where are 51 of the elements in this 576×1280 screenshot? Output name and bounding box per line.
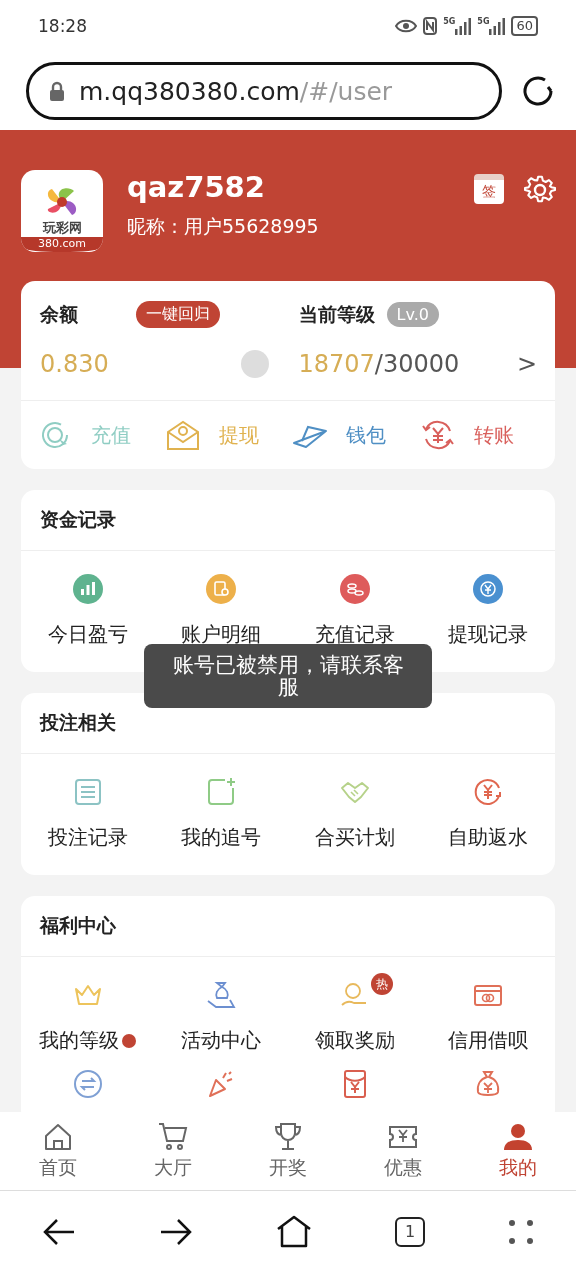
person-icon bbox=[502, 1121, 535, 1153]
menu-icon[interactable] bbox=[508, 1218, 535, 1245]
address-bar[interactable]: m.qq380380.com/#/user bbox=[26, 62, 502, 120]
menu-item[interactable]: 领取奖励 bbox=[314, 1027, 395, 1054]
menu-item[interactable]: 活动中心 bbox=[181, 1027, 262, 1054]
section-title: 资金记录 bbox=[21, 490, 555, 551]
tab[interactable]: 优惠 bbox=[345, 1112, 461, 1190]
balance-amount: 0.830 bbox=[40, 350, 110, 378]
tab[interactable]: 大厅 bbox=[115, 1112, 231, 1190]
trophy-icon bbox=[272, 1121, 304, 1153]
menu-item[interactable]: 我的等级 bbox=[39, 1027, 120, 1054]
username: qaz7582 bbox=[127, 170, 266, 204]
network-type: 5G bbox=[477, 17, 490, 26]
lock-icon bbox=[49, 81, 65, 101]
nfc-icon bbox=[423, 17, 438, 35]
network-type: 5G bbox=[443, 17, 456, 26]
reload-icon[interactable] bbox=[522, 75, 554, 107]
logo-name: 玩彩网 bbox=[42, 219, 82, 237]
forward-icon[interactable] bbox=[158, 1216, 193, 1247]
toast-message: 账号已被禁用，请联系客服 bbox=[144, 644, 432, 708]
hot-badge: 热 bbox=[371, 973, 393, 995]
signal-icon bbox=[489, 17, 506, 35]
tabs-button[interactable]: 1 bbox=[395, 1216, 426, 1247]
level-label: 当前等级 bbox=[298, 301, 375, 327]
menu-item[interactable]: 投注记录 bbox=[47, 824, 128, 851]
menu-item[interactable]: 信用借呗 bbox=[448, 1027, 529, 1054]
logo-domain: 380.com bbox=[21, 237, 103, 252]
sign-in-button[interactable]: 签 bbox=[474, 174, 504, 204]
tab[interactable]: 首页 bbox=[0, 1112, 116, 1190]
return-funds-button[interactable]: 一键回归 bbox=[136, 301, 220, 328]
back-icon[interactable] bbox=[41, 1216, 76, 1247]
menu-item[interactable]: 合买计划 bbox=[314, 824, 395, 851]
home-icon[interactable] bbox=[275, 1214, 312, 1249]
section-title: 福利中心 bbox=[21, 896, 555, 957]
menu-item[interactable]: 自助返水 bbox=[448, 824, 529, 851]
nickname: 昵称：用户55628995 bbox=[127, 214, 320, 239]
menu-item[interactable]: 提现记录 bbox=[448, 621, 529, 648]
battery-level: 60 bbox=[511, 16, 538, 36]
menu-item[interactable]: 我的追号 bbox=[181, 824, 262, 851]
balance-label: 余额 bbox=[40, 301, 79, 327]
chevron-icon[interactable]: > bbox=[516, 350, 537, 378]
tab[interactable]: 我的 bbox=[460, 1112, 576, 1190]
signal-icon bbox=[455, 17, 472, 35]
tab[interactable]: 开奖 bbox=[230, 1112, 346, 1190]
level-badge: Lv.0 bbox=[386, 302, 439, 327]
menu-item[interactable]: 今日盈亏 bbox=[47, 621, 128, 648]
cart-icon bbox=[156, 1121, 189, 1153]
action-item[interactable]: 转账 bbox=[419, 417, 547, 453]
level-points: 18707/30000 bbox=[298, 350, 461, 378]
eye-icon bbox=[395, 19, 418, 33]
clock-time: 18:28 bbox=[38, 16, 87, 36]
